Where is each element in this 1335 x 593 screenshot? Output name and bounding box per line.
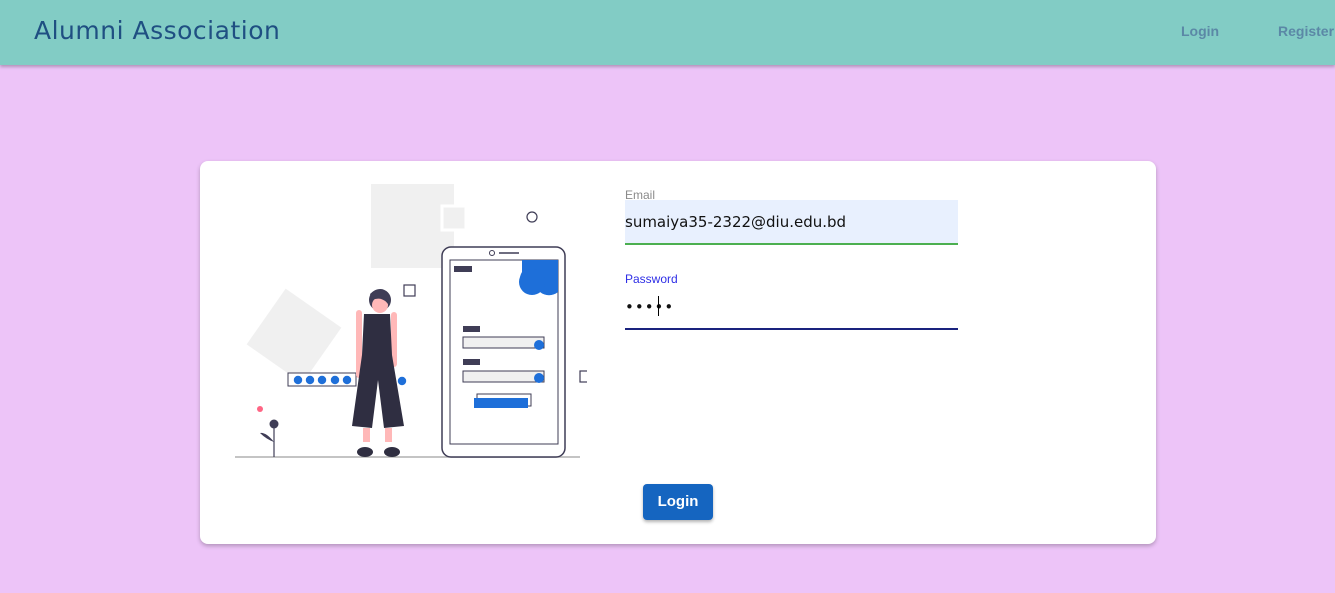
login-button[interactable]: Login: [643, 484, 713, 520]
decor-diamond: [246, 288, 342, 384]
login-illustration: [235, 184, 587, 458]
nav-register-link[interactable]: Register: [1278, 23, 1334, 39]
decor-circle-outline: [526, 211, 538, 223]
email-input[interactable]: [625, 200, 958, 245]
woman-figure: [352, 289, 404, 457]
top-navbar: Alumni Association Login Register: [0, 0, 1335, 65]
plant-dot-pink: [257, 406, 263, 412]
password-input[interactable]: [625, 285, 958, 330]
password-label: Password: [625, 272, 678, 286]
decor-square-small: [440, 204, 468, 232]
brand-title[interactable]: Alumni Association: [34, 16, 280, 45]
plant-leaf: [260, 432, 274, 442]
nav-login-link[interactable]: Login: [1181, 23, 1219, 39]
decor-square-outline-1: [403, 284, 416, 297]
text-caret: [658, 296, 659, 316]
decor-square-outline-2: [579, 370, 587, 383]
